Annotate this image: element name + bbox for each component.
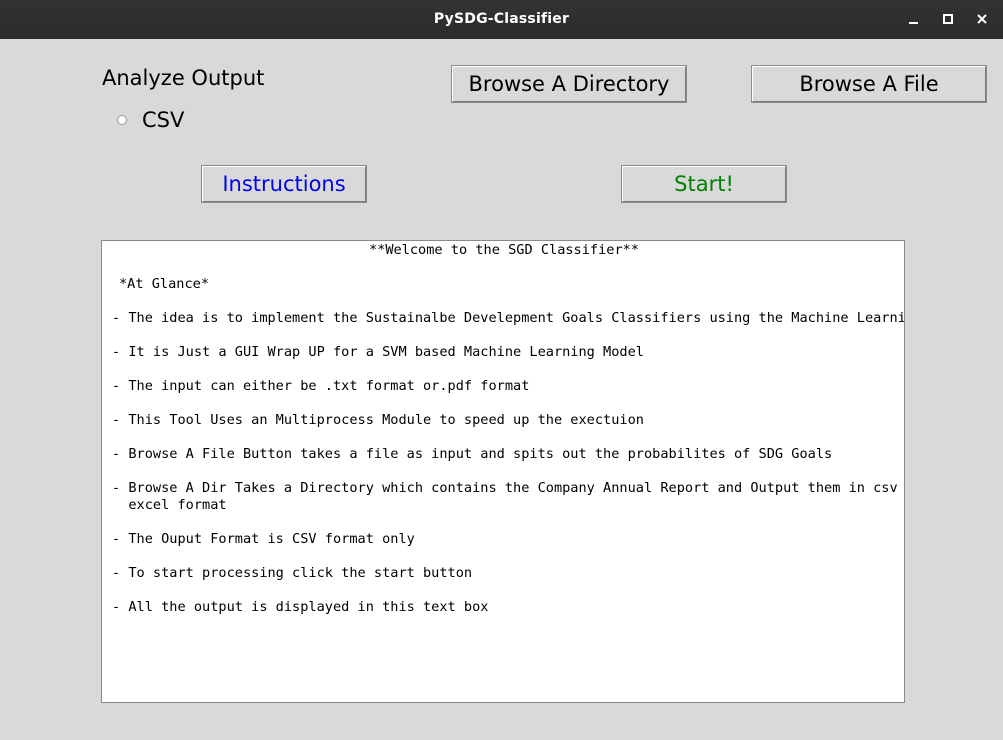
close-icon	[977, 14, 987, 24]
browse-directory-button[interactable]: Browse A Directory	[451, 65, 687, 103]
maximize-icon	[943, 14, 953, 24]
start-button[interactable]: Start!	[621, 165, 787, 203]
csv-radio-button[interactable]	[117, 115, 127, 125]
textbox-line: - Browse A Dir Takes a Directory which c…	[112, 480, 905, 496]
output-text-box[interactable]: **Welcome to the SGD Classifier** *At Gl…	[101, 240, 905, 703]
textbox-line: - Browse A File Button takes a file as i…	[112, 446, 833, 462]
textbox-subheading: *At Glance*	[119, 276, 210, 292]
instructions-button[interactable]: Instructions	[201, 165, 367, 203]
textbox-heading: **Welcome to the SGD Classifier**	[368, 242, 640, 258]
csv-radio-option[interactable]: CSV	[117, 106, 184, 134]
window-title: PySDG-Classifier	[433, 11, 570, 27]
minimize-icon	[909, 22, 918, 24]
textbox-line: - All the output is displayed in this te…	[112, 599, 489, 615]
csv-radio-label: CSV	[142, 108, 185, 132]
browse-file-button[interactable]: Browse A File	[751, 65, 987, 103]
textbox-line: - The idea is to implement the Sustainal…	[112, 310, 905, 326]
textbox-line: - This Tool Uses an Multiprocess Module …	[112, 412, 644, 428]
textbox-line: - It is Just a GUI Wrap UP for a SVM bas…	[112, 344, 644, 360]
textbox-line: excel format	[112, 497, 227, 513]
close-button[interactable]	[971, 8, 993, 30]
textbox-line: - The Ouput Format is CSV format only	[112, 531, 415, 547]
app-window: PySDG-Classifier Analyze Output CSV Brow…	[0, 0, 1003, 740]
minimize-button[interactable]	[903, 8, 925, 30]
title-bar[interactable]: PySDG-Classifier	[0, 0, 1003, 39]
textbox-line: - To start processing click the start bu…	[112, 565, 473, 581]
textbox-line: - The input can either be .txt format or…	[112, 378, 530, 394]
analyze-output-label: Analyze Output	[102, 66, 265, 90]
maximize-button[interactable]	[937, 8, 959, 30]
